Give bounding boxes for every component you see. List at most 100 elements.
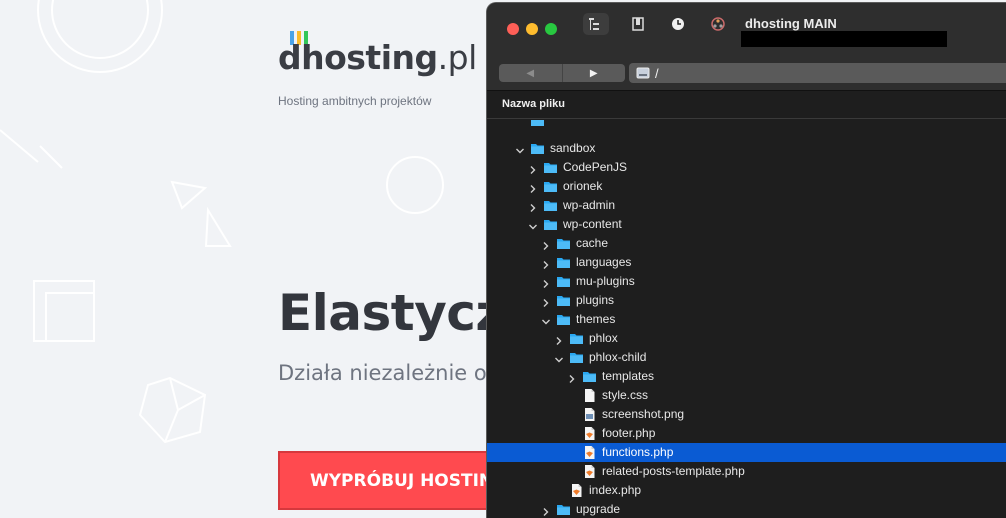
row-label: style.css xyxy=(602,388,649,402)
bookmark-icon[interactable] xyxy=(625,13,651,35)
row-label: upgrade xyxy=(576,502,621,516)
back-button[interactable]: ◀ xyxy=(499,64,563,82)
chevron-right-icon[interactable] xyxy=(528,162,538,174)
folder-row[interactable]: orionek xyxy=(487,177,1006,196)
css-file-icon xyxy=(582,388,597,403)
logo-main-text: dhosting xyxy=(278,38,438,77)
chevron-right-icon[interactable] xyxy=(528,200,538,212)
logo-tld-text: .pl xyxy=(437,38,478,77)
close-window-button[interactable] xyxy=(507,23,519,35)
row-label: wp-admin xyxy=(563,198,616,212)
row-label: cache xyxy=(576,236,609,250)
folder-row[interactable]: wp-admin xyxy=(487,196,1006,215)
chevron-down-icon[interactable] xyxy=(554,352,564,363)
connection-icon[interactable] xyxy=(705,13,731,35)
maximize-window-button[interactable] xyxy=(545,23,557,35)
row-label: wp-content xyxy=(563,217,622,231)
file-list: sandbox CodePenJS orionek wp-admin wp-conten… xyxy=(487,120,1006,518)
navigation-buttons: ◀ ▶ xyxy=(499,64,625,82)
path-bar[interactable]: / xyxy=(629,63,1006,83)
php-file-icon xyxy=(582,445,597,460)
file-browser-window: dhosting MAIN ◀ ▶ / Nazwa pliku sandbox C… xyxy=(486,2,1006,518)
chevron-right-icon[interactable] xyxy=(541,276,551,288)
tree-view-icon[interactable] xyxy=(583,13,609,35)
file-row[interactable]: style.css xyxy=(487,386,1006,405)
folder-icon xyxy=(582,369,597,384)
row-label: sandbox xyxy=(550,141,596,155)
folder-row[interactable]: themes xyxy=(487,310,1006,329)
row-label: plugins xyxy=(576,293,615,307)
chevron-right-icon[interactable] xyxy=(541,238,551,250)
chevron-right-icon[interactable] xyxy=(541,257,551,269)
folder-row[interactable]: CodePenJS xyxy=(487,158,1006,177)
file-row[interactable]: screenshot.png xyxy=(487,405,1006,424)
disk-icon xyxy=(636,67,650,79)
chevron-right-icon[interactable] xyxy=(541,295,551,307)
folder-icon xyxy=(569,350,584,365)
window-title: dhosting MAIN xyxy=(745,16,837,31)
folder-icon xyxy=(556,293,571,308)
folder-row[interactable] xyxy=(487,120,1006,130)
file-row[interactable]: functions.php xyxy=(487,443,1006,462)
row-label: phlox-child xyxy=(589,350,647,364)
chevron-right-icon[interactable] xyxy=(528,181,538,193)
folder-icon xyxy=(543,217,558,232)
row-label: footer.php xyxy=(602,426,656,440)
php-file-icon xyxy=(582,464,597,479)
title-bar: dhosting MAIN ◀ ▶ / xyxy=(487,3,1006,91)
redacted-bar xyxy=(741,31,947,47)
folder-icon xyxy=(556,502,571,517)
row-label: phlox xyxy=(589,331,618,345)
column-header-label: Nazwa pliku xyxy=(502,98,565,110)
hero-subtitle: Działa niezależnie od xyxy=(278,361,501,385)
clock-icon[interactable] xyxy=(665,13,691,35)
chevron-right-icon[interactable] xyxy=(567,371,577,383)
row-label: functions.php xyxy=(602,445,674,459)
folder-row[interactable]: wp-content xyxy=(487,215,1006,234)
folder-row[interactable]: phlox-child xyxy=(487,348,1006,367)
folder-icon xyxy=(543,198,558,213)
row-label: themes xyxy=(576,312,616,326)
folder-row[interactable]: cache xyxy=(487,234,1006,253)
column-header-name[interactable]: Nazwa pliku xyxy=(487,92,1006,119)
minimize-window-button[interactable] xyxy=(526,23,538,35)
folder-icon xyxy=(556,255,571,270)
forward-button[interactable]: ▶ xyxy=(563,64,626,82)
row-label: index.php xyxy=(589,483,642,497)
chevron-right-icon[interactable] xyxy=(541,504,551,516)
file-row[interactable]: related-posts-template.php xyxy=(487,462,1006,481)
decorative-shapes xyxy=(0,0,444,444)
folder-row[interactable]: languages xyxy=(487,253,1006,272)
folder-icon xyxy=(569,331,584,346)
row-label: templates xyxy=(602,369,655,383)
folder-row[interactable]: mu-plugins xyxy=(487,272,1006,291)
chevron-down-icon[interactable] xyxy=(541,314,551,325)
path-text: / xyxy=(655,65,659,81)
folder-icon xyxy=(543,160,558,175)
folder-icon xyxy=(530,141,545,156)
row-label: languages xyxy=(576,255,632,269)
chevron-down-icon[interactable] xyxy=(528,219,538,230)
folder-row[interactable]: sandbox xyxy=(487,139,1006,158)
php-file-icon xyxy=(582,426,597,441)
row-label: related-posts-template.php xyxy=(602,464,745,478)
row-label: screenshot.png xyxy=(602,407,685,421)
chevron-right-icon[interactable] xyxy=(554,333,564,345)
site-tagline: Hosting ambitnych projektów xyxy=(278,94,432,108)
file-row[interactable]: index.php xyxy=(487,481,1006,500)
folder-row[interactable]: upgrade xyxy=(487,500,1006,518)
site-logo[interactable]: dhosting.pl xyxy=(278,38,477,77)
folder-row[interactable]: phlox xyxy=(487,329,1006,348)
folder-icon xyxy=(556,274,571,289)
folder-icon xyxy=(543,179,558,194)
folder-row[interactable]: templates xyxy=(487,367,1006,386)
php-file-icon xyxy=(569,483,584,498)
row-label: mu-plugins xyxy=(576,274,635,288)
png-file-icon xyxy=(582,407,597,422)
chevron-down-icon[interactable] xyxy=(515,143,525,154)
folder-row[interactable]: plugins xyxy=(487,291,1006,310)
folder-icon xyxy=(556,236,571,251)
file-row[interactable]: footer.php xyxy=(487,424,1006,443)
row-label: orionek xyxy=(563,179,603,193)
row-label: CodePenJS xyxy=(563,160,628,174)
